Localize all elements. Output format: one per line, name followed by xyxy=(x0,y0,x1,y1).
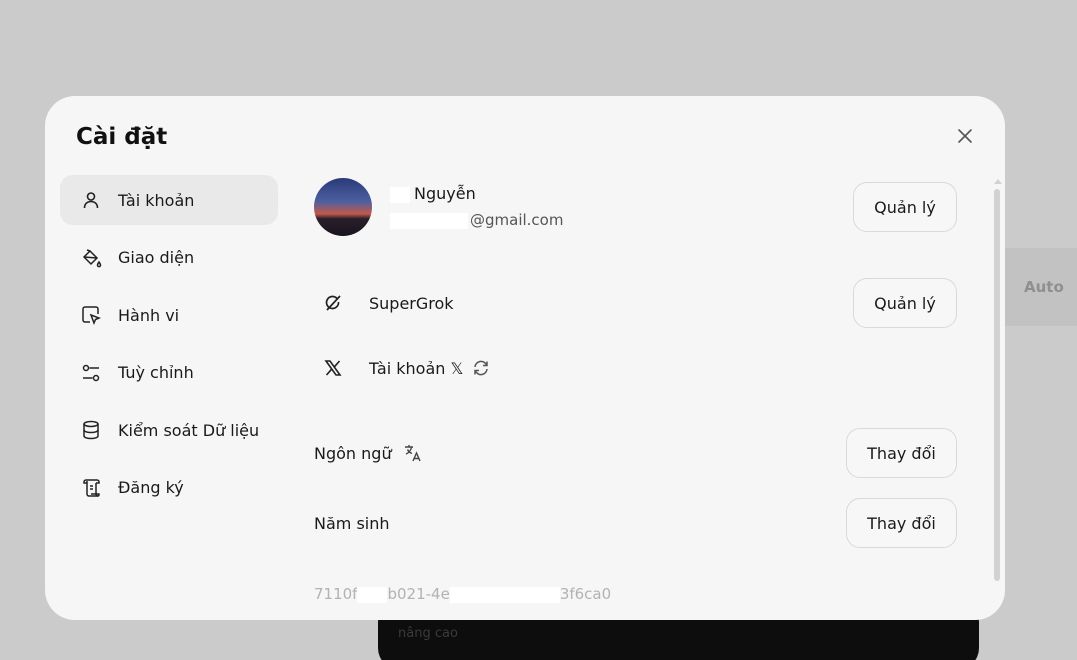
sliders-icon xyxy=(80,362,102,384)
refresh-icon[interactable] xyxy=(470,357,492,379)
redaction xyxy=(390,212,468,229)
user-id: 7110f b021-4e 3f6ca0 xyxy=(314,585,612,603)
sidebar-item-label: Hành vi xyxy=(118,305,180,325)
redaction xyxy=(449,586,560,603)
background-auto-label: Auto xyxy=(1024,278,1064,296)
database-icon xyxy=(80,419,102,441)
language-label: Ngôn ngữ xyxy=(314,444,392,463)
account-panel: Nguyễn @gmail.com Quản lý SuperGrok Quản… xyxy=(314,96,994,620)
settings-modal: Cài đặt Tài khoản Giao diện Hành vi Tuỳ … xyxy=(45,96,1005,620)
avatar[interactable] xyxy=(314,178,372,236)
sidebar-item-label: Kiểm soát Dữ liệu xyxy=(118,420,260,440)
sidebar-item-appearance[interactable]: Giao diện xyxy=(60,233,278,283)
pointer-icon xyxy=(80,304,102,326)
redaction xyxy=(390,186,410,203)
supergrok-icon xyxy=(322,292,344,314)
redaction xyxy=(357,586,388,603)
sidebar-item-data-controls[interactable]: Kiểm soát Dữ liệu xyxy=(60,405,278,455)
sidebar-item-behavior[interactable]: Hành vi xyxy=(60,290,278,340)
change-language-button[interactable]: Thay đổi xyxy=(846,428,957,478)
x-logo-icon xyxy=(322,357,344,379)
birth-year-label: Năm sinh xyxy=(314,514,390,533)
translate-icon xyxy=(402,442,424,464)
supergrok-label: SuperGrok xyxy=(369,294,454,313)
sidebar-item-label: Giao diện xyxy=(118,248,195,268)
scroll-icon xyxy=(80,477,102,499)
scrollbar-up-arrow[interactable] xyxy=(994,179,1002,184)
x-account-label: Tài khoản 𝕏 xyxy=(369,359,464,378)
sidebar-item-label: Đăng ký xyxy=(118,478,184,498)
background-composer-text: nâng cao xyxy=(398,626,458,641)
user-email: @gmail.com xyxy=(390,211,563,229)
user-name: Nguyễn xyxy=(390,184,476,203)
modal-title: Cài đặt xyxy=(76,124,168,150)
sidebar-item-customize[interactable]: Tuỳ chỉnh xyxy=(60,348,278,398)
manage-subscription-button[interactable]: Quản lý xyxy=(853,278,957,328)
user-icon xyxy=(80,189,102,211)
sidebar-item-account[interactable]: Tài khoản xyxy=(60,175,278,225)
sidebar-item-label: Tuỳ chỉnh xyxy=(118,363,194,383)
scrollbar[interactable] xyxy=(994,189,1000,581)
change-birth-year-button[interactable]: Thay đổi xyxy=(846,498,957,548)
manage-account-button[interactable]: Quản lý xyxy=(853,182,957,232)
paint-bucket-icon xyxy=(80,247,102,269)
settings-sidebar: Tài khoản Giao diện Hành vi Tuỳ chỉnh Ki… xyxy=(60,175,278,521)
sidebar-item-subscription[interactable]: Đăng ký xyxy=(60,463,278,513)
sidebar-item-label: Tài khoản xyxy=(118,190,195,210)
